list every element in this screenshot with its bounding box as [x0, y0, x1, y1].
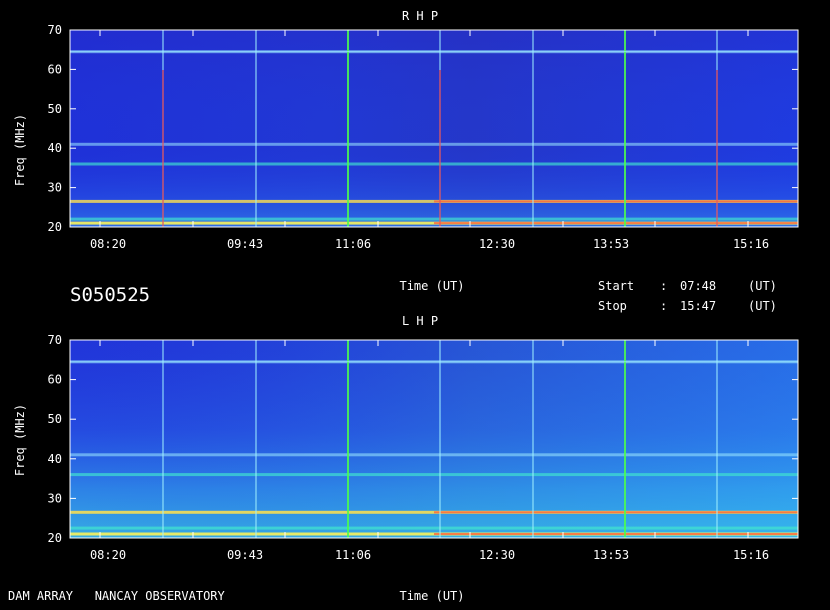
stop-label: Stop	[598, 299, 627, 313]
rhp-band-0-core	[434, 222, 798, 225]
lhp-band-1	[70, 526, 798, 530]
middle-time-axis-label: Time (UT)	[399, 279, 464, 293]
rhp-xtick-label-1: 09:43	[227, 237, 263, 251]
lhp-spectrum-tint	[70, 340, 798, 538]
rhp-band-4	[70, 142, 798, 146]
bottom-time-axis-label: Time (UT)	[399, 589, 464, 603]
rhp-ytick-label-2: 40	[48, 141, 62, 155]
lhp-ytick-label-0: 20	[48, 531, 62, 545]
lhp-band-4	[70, 453, 798, 457]
rhp-xtick-label-5: 15:16	[733, 237, 769, 251]
spectrogram-figure: R H P 20 30 40 50 60 70 08:20 09:43 11:06 12:30 1…	[8, 9, 799, 603]
lhp-xtick-label-5: 15:16	[733, 548, 769, 562]
stop-time: 15:47	[680, 299, 716, 313]
lhp-band-0-core	[434, 533, 798, 535]
stop-ut: (UT)	[748, 299, 777, 313]
lhp-panel: L H P 20 30 40 50 60 70 08:20 09:43 11:06 12:30 1…	[13, 314, 799, 562]
observatory-label: DAM ARRAY NANCAY OBSERVATORY	[8, 589, 226, 603]
rhp-spectrum-shading	[70, 30, 798, 227]
rhp-xtick-label-3: 12:30	[479, 237, 515, 251]
lhp-title: L H P	[402, 314, 438, 328]
rhp-y-axis-label: Freq (MHz)	[13, 114, 27, 186]
info-block: S050525 Time (UT) Start : 07:48 (UT) Sto…	[70, 279, 777, 313]
rhp-band-2-core	[434, 200, 798, 203]
lhp-band-3	[70, 473, 798, 477]
rhp-ytick-label-1: 30	[48, 181, 62, 195]
lhp-ytick-label-3: 50	[48, 412, 62, 426]
lhp-xtick-label-1: 09:43	[227, 548, 263, 562]
lhp-band-2-core	[434, 511, 798, 514]
rhp-band-1	[70, 217, 798, 221]
rhp-ytick-label-0: 20	[48, 220, 62, 234]
stop-colon: :	[660, 299, 667, 313]
start-colon: :	[660, 279, 667, 293]
rhp-band-3	[70, 162, 798, 166]
start-label: Start	[598, 279, 634, 293]
rhp-ytick-label-4: 60	[48, 62, 62, 76]
lhp-ytick-label-1: 30	[48, 491, 62, 505]
lhp-xtick-label-2: 11:06	[335, 548, 371, 562]
rhp-xtick-label-4: 13:53	[593, 237, 629, 251]
rhp-title: R H P	[402, 9, 438, 23]
lhp-ytick-label-4: 60	[48, 373, 62, 387]
lhp-xtick-label-0: 08:20	[90, 548, 126, 562]
rhp-xtick-label-0: 08:20	[90, 237, 126, 251]
lhp-ytick-label-5: 70	[48, 333, 62, 347]
rhp-panel: R H P 20 30 40 50 60 70 08:20 09:43 11:06 12:30 1…	[13, 9, 799, 251]
rhp-xtick-label-2: 11:06	[335, 237, 371, 251]
start-ut: (UT)	[748, 279, 777, 293]
lhp-xtick-label-3: 12:30	[479, 548, 515, 562]
rhp-ytick-label-5: 70	[48, 23, 62, 37]
rhp-ytick-label-3: 50	[48, 102, 62, 116]
lhp-ytick-label-2: 40	[48, 452, 62, 466]
lhp-y-axis-label: Freq (MHz)	[13, 404, 27, 476]
session-id: S050525	[70, 284, 150, 306]
lhp-xtick-label-4: 13:53	[593, 548, 629, 562]
start-time: 07:48	[680, 279, 716, 293]
